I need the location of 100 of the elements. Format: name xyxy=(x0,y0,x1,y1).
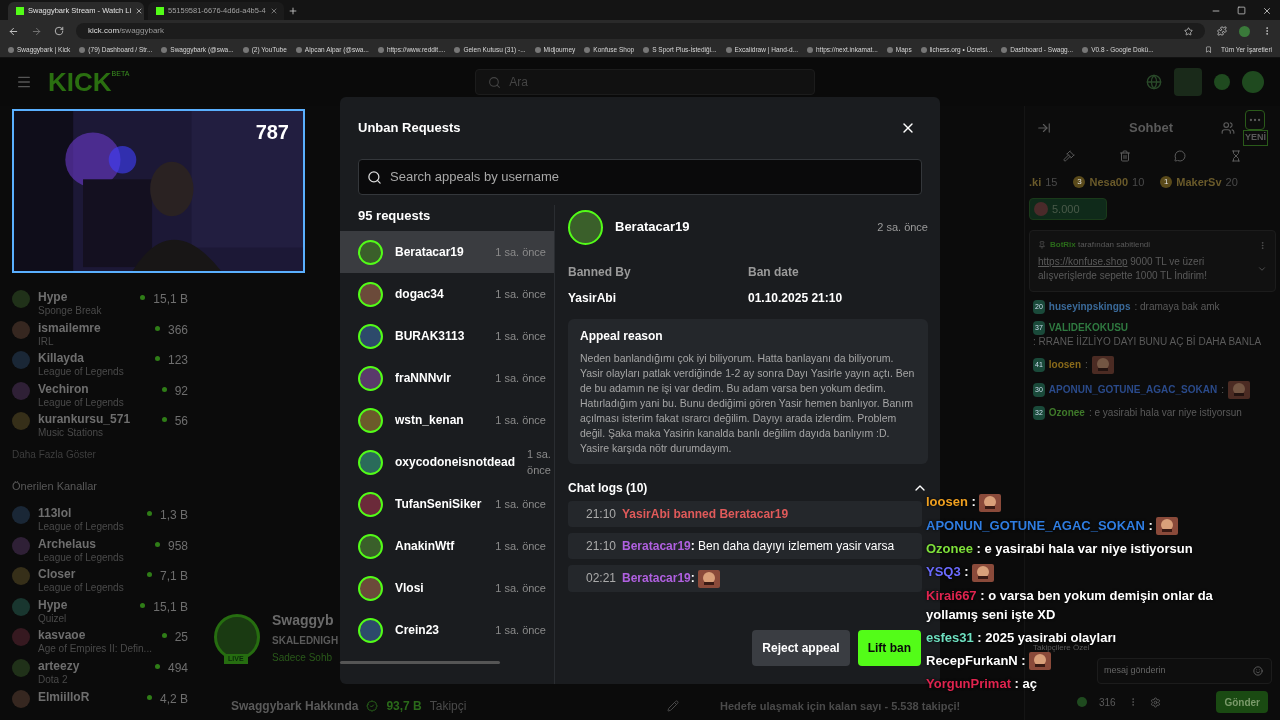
star-icon[interactable] xyxy=(1184,26,1193,36)
emote-icon xyxy=(1156,517,1179,536)
request-username: Beratacar19 xyxy=(395,244,464,261)
emote-icon xyxy=(1029,652,1052,671)
request-time: 1 sa. önce xyxy=(495,580,546,596)
search-field[interactable]: Search appeals by username xyxy=(358,159,922,195)
request-item[interactable]: oxycodoneisnotdead 1 sa. önce xyxy=(340,441,554,483)
avatar xyxy=(12,381,30,400)
request-time: 1 sa. önce xyxy=(495,370,546,386)
request-item[interactable]: BURAK3113 1 sa. önce xyxy=(340,315,554,357)
viewer-count: 4,2 B xyxy=(159,690,188,708)
viewer-count: 494 xyxy=(167,659,188,677)
chat-logs-title: Chat logs (10) xyxy=(568,480,648,497)
section-title: Önerilen Kanallar xyxy=(11,478,98,494)
request-item[interactable]: fraNNNvlr 1 sa. önce xyxy=(340,357,554,399)
more-icon[interactable] xyxy=(1245,110,1266,131)
channel-name[interactable]: Archelaus xyxy=(38,536,147,551)
search-icon xyxy=(367,169,382,185)
channel-name[interactable]: Killayda xyxy=(38,351,147,366)
message-input[interactable]: mesaj gönderin xyxy=(1097,658,1272,684)
avatar xyxy=(12,567,30,586)
leader-score: 15 xyxy=(1045,174,1058,190)
avatar xyxy=(358,491,383,517)
chat-username[interactable]: VALIDEKOKUSU xyxy=(1048,321,1129,335)
log-username: Beratacar19 xyxy=(622,571,691,585)
emoji-icon[interactable] xyxy=(1253,666,1263,676)
channel-name[interactable]: Closer xyxy=(38,567,139,582)
request-item[interactable]: Crein23 1 sa. önce xyxy=(340,609,554,651)
channel-category: Sponge Break xyxy=(38,304,103,318)
close-icon[interactable] xyxy=(1262,6,1272,16)
request-username: BURAK3113 xyxy=(395,328,465,345)
request-username: Vlosi xyxy=(395,580,424,597)
channel-name[interactable]: Hype xyxy=(38,290,133,304)
back-icon[interactable] xyxy=(8,25,19,37)
channel-name[interactable]: 113lol xyxy=(38,506,139,521)
channel-name[interactable]: kasvaoe xyxy=(38,628,154,643)
request-username: wstn_kenan xyxy=(395,412,464,429)
log-time: 21:10 xyxy=(586,539,617,553)
detail-time: 2 sa. önce xyxy=(877,219,928,235)
request-item[interactable]: dogac34 1 sa. önce xyxy=(340,273,554,315)
extensions-icon[interactable] xyxy=(1217,26,1227,36)
hourglass-icon[interactable] xyxy=(1230,150,1243,162)
request-time: 1 sa. önce xyxy=(495,496,546,512)
reload-icon[interactable] xyxy=(54,26,64,36)
expand-icon[interactable] xyxy=(1257,264,1267,274)
chat-bubble-icon[interactable] xyxy=(1174,150,1187,162)
chat-username[interactable]: loosen xyxy=(1048,358,1082,372)
profile-avatar[interactable] xyxy=(1242,71,1264,93)
request-item[interactable]: AnakinWtf 1 sa. önce xyxy=(340,525,554,567)
follower-goal: Hedefe ulaşmak için kalan sayı - 5.538 takipçi! xyxy=(720,698,961,714)
profile-avatar[interactable] xyxy=(1239,25,1250,37)
new-tab-icon[interactable] xyxy=(288,6,298,16)
address-bar[interactable]: kick.com/swaggybark xyxy=(76,23,1205,39)
avatar xyxy=(358,239,383,265)
users-icon[interactable] xyxy=(1221,121,1235,135)
avatar xyxy=(358,407,383,433)
request-item[interactable]: wstn_kenan 1 sa. önce xyxy=(340,399,554,441)
channel-name[interactable]: kurankursu_571 xyxy=(38,412,154,427)
emote-icon xyxy=(972,563,995,582)
stream-subtitle: SKALEDNIGH xyxy=(272,633,339,648)
request-username: oxycodoneisnotdead xyxy=(395,454,516,471)
settings-icon[interactable] xyxy=(1149,696,1161,708)
verified-icon xyxy=(366,700,379,712)
edit-icon[interactable] xyxy=(667,700,679,712)
follower-label: Takipçi xyxy=(429,698,467,715)
viewer-count: 1,3 B xyxy=(159,507,188,525)
reject-appeal-button[interactable]: Reject appeal xyxy=(752,630,850,666)
request-item[interactable]: TufanSeniSiker 1 sa. önce xyxy=(340,483,554,525)
avatar xyxy=(568,209,603,245)
lift-ban-button[interactable]: Lift ban xyxy=(857,630,921,666)
channel-name[interactable]: Hype xyxy=(38,597,133,612)
viewer-count: 15,1 B xyxy=(153,291,188,308)
bookmark-icon xyxy=(1205,46,1213,53)
appeal-reason-title: Appeal reason xyxy=(580,328,664,345)
request-item[interactable]: Vlosi 1 sa. önce xyxy=(340,567,554,609)
more-icon[interactable] xyxy=(1258,240,1267,250)
request-item[interactable]: Beratacar19 1 sa. önce xyxy=(340,231,554,273)
channel-name[interactable]: Vechiron xyxy=(38,381,154,396)
trash-icon[interactable] xyxy=(1118,150,1131,162)
avatar xyxy=(12,506,30,525)
avatar xyxy=(12,536,30,555)
search-icon xyxy=(488,75,502,89)
channel-name[interactable]: ismailemre xyxy=(38,320,147,335)
menu-icon[interactable] xyxy=(16,74,32,90)
avatar xyxy=(358,323,383,349)
gavel-icon[interactable] xyxy=(1062,150,1075,162)
channel-name[interactable]: ElmiilloR xyxy=(38,689,139,704)
chat-title: Sohbet xyxy=(1129,119,1174,138)
viewer-count: 7,1 B xyxy=(159,568,188,586)
chat-username[interactable]: Ozonee xyxy=(1048,406,1085,420)
channel-name[interactable]: arteezy xyxy=(38,658,147,673)
avatar xyxy=(358,575,383,601)
new-badge: YENİ xyxy=(1243,130,1268,146)
rank-badge: 1 xyxy=(1160,176,1173,188)
request-time: 1 sa. önce xyxy=(495,538,546,554)
avatar xyxy=(12,290,30,308)
forward-icon[interactable] xyxy=(31,25,42,37)
close-icon[interactable] xyxy=(135,7,144,15)
tab-favicon-icon xyxy=(156,7,164,15)
maximize-icon[interactable] xyxy=(1237,6,1246,15)
